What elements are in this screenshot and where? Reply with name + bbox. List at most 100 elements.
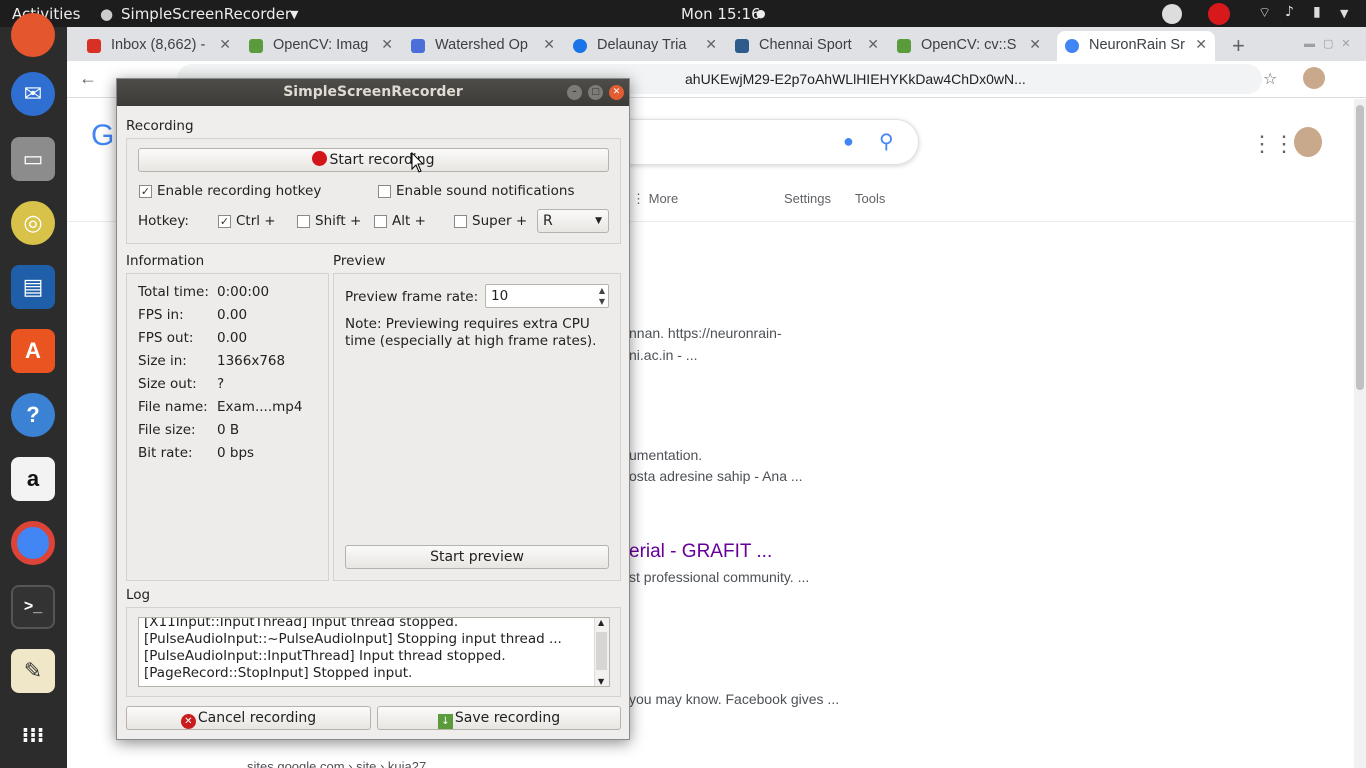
writer-icon[interactable]: ▤ — [11, 265, 55, 309]
alt-checkbox[interactable] — [374, 215, 387, 228]
app-menu-icon: ● — [100, 5, 114, 23]
super-label: Super + — [472, 213, 528, 229]
help-icon[interactable]: ? — [11, 393, 55, 437]
close-icon[interactable]: ✕ — [1195, 36, 1207, 53]
dialog-titlebar[interactable]: SimpleScreenRecorder – □ ✕ — [117, 79, 629, 106]
tab-title: NeuronRain Sr — [1089, 37, 1185, 53]
save-recording-button[interactable]: ↓ Save recording — [377, 706, 621, 730]
info-value: 1366x768 — [217, 353, 286, 369]
browser-tab[interactable]: OpenCV: cv::S ✕ — [889, 31, 1049, 61]
close-icon[interactable]: ✕ — [705, 36, 717, 53]
page-scrollbar[interactable] — [1354, 99, 1366, 768]
nav-settings[interactable]: Settings — [784, 191, 831, 206]
tab-title: OpenCV: cv::S — [921, 37, 1017, 53]
close-icon[interactable]: ✕ — [609, 85, 624, 100]
volume-icon[interactable]: ♪ — [1285, 4, 1294, 20]
app-menu[interactable]: SimpleScreenRecorder — [121, 5, 291, 23]
information-header: Information — [126, 253, 205, 269]
preview-header: Preview — [333, 253, 386, 269]
clock[interactable]: Mon 15:16 — [681, 5, 761, 23]
browser-tab[interactable]: Chennai Sport ✕ — [727, 31, 887, 61]
preview-note: time (especially at high frame rates). — [345, 333, 597, 349]
preview-frame-rate-spinbox[interactable]: 10 ▲ ▼ — [485, 284, 609, 308]
text-editor-icon[interactable]: ✎ — [11, 649, 55, 693]
result-snippet: st professional community. ... — [629, 569, 810, 585]
search-icon[interactable]: ⚲ — [879, 129, 894, 154]
save-recording-label: Save recording — [454, 710, 561, 726]
close-icon[interactable]: ✕ — [867, 36, 879, 53]
tab-favicon-icon — [411, 39, 425, 53]
stop-icon[interactable] — [1208, 3, 1230, 25]
wifi-icon[interactable]: ⌔ — [1258, 4, 1271, 22]
chrome-icon[interactable] — [11, 521, 55, 565]
nav-tools[interactable]: Tools — [855, 191, 885, 206]
close-icon[interactable]: ✕ — [1029, 36, 1041, 53]
shift-checkbox[interactable] — [297, 215, 310, 228]
spin-arrows-icon[interactable]: ▲ ▼ — [599, 285, 605, 307]
hotkey-key-select[interactable]: R ▼ — [537, 209, 609, 233]
files-icon[interactable]: ▭ — [11, 137, 55, 181]
url-text: ahUKEwjM29-E2p7oAhWLlHIEHYKkDaw4ChDx0wN.… — [685, 71, 1026, 87]
start-recording-button[interactable]: Start recording — [138, 148, 609, 172]
back-icon[interactable]: ← — [79, 68, 97, 89]
amazon-icon[interactable]: a — [11, 457, 55, 501]
cancel-recording-label: Cancel recording — [197, 710, 317, 726]
scrollbar-thumb[interactable] — [1356, 105, 1364, 390]
enable-sound-label: Enable sound notifications — [396, 183, 575, 199]
terminal-icon[interactable]: >_ — [11, 585, 55, 629]
browser-tab[interactable]: Inbox (8,662) - ✕ — [79, 31, 239, 61]
start-preview-button[interactable]: Start preview — [345, 545, 609, 569]
tab-favicon-icon — [1065, 39, 1079, 53]
new-tab-button[interactable]: + — [1232, 33, 1245, 59]
info-label: FPS in: — [138, 307, 184, 323]
info-label: File size: — [138, 422, 196, 438]
tab-title: Inbox (8,662) - — [111, 37, 206, 53]
tab-title: Delaunay Tria — [597, 37, 687, 53]
firefox-icon[interactable] — [11, 13, 55, 57]
maximize-icon[interactable]: □ — [588, 85, 603, 100]
nav-more[interactable]: ⋮ More — [632, 191, 678, 207]
info-value: Exam....mp4 — [217, 399, 303, 415]
enable-sound-checkbox[interactable] — [378, 185, 391, 198]
recording-header: Recording — [126, 118, 194, 134]
enable-hotkey-label: Enable recording hotkey — [157, 183, 322, 199]
log-textarea[interactable]: [X11Input::InputThread] Input thread sto… — [138, 617, 610, 687]
google-logo-icon[interactable]: G — [91, 119, 114, 153]
software-icon[interactable]: A — [11, 329, 55, 373]
profile-avatar[interactable] — [1303, 67, 1325, 89]
indicator-icon[interactable] — [1162, 4, 1182, 24]
enable-hotkey-checkbox[interactable]: ✓ — [139, 185, 152, 198]
system-menu-icon[interactable]: ▼ — [1340, 7, 1348, 20]
scroll-down-icon[interactable]: ▼ — [598, 677, 604, 686]
window-controls-icon[interactable]: ▬▢✕ — [1304, 37, 1359, 50]
close-icon[interactable]: ✕ — [543, 36, 555, 53]
result-snippet: ni.ac.in - ... — [629, 347, 698, 363]
mic-icon[interactable]: ● — [843, 131, 854, 152]
thunderbird-icon[interactable]: ✉ — [11, 72, 55, 116]
browser-tab[interactable]: Delaunay Tria ✕ — [565, 31, 725, 61]
scrollbar-thumb[interactable] — [596, 632, 607, 670]
search-input[interactable]: ● ⚲ — [587, 119, 919, 165]
bookmark-star-icon[interactable]: ☆ — [1263, 69, 1277, 89]
log-line: [X11Input::InputThread] Input thread sto… — [144, 617, 459, 630]
browser-tab[interactable]: OpenCV: Imag ✕ — [241, 31, 401, 61]
browser-tab-active[interactable]: NeuronRain Sr ✕ — [1057, 31, 1215, 61]
rhythmbox-icon[interactable]: ◎ — [11, 201, 55, 245]
info-label: FPS out: — [138, 330, 194, 346]
account-avatar[interactable] — [1294, 127, 1322, 157]
scroll-up-icon[interactable]: ▲ — [598, 618, 604, 627]
log-scrollbar[interactable]: ▲ ▼ — [594, 618, 609, 686]
minimize-icon[interactable]: – — [567, 85, 582, 100]
close-icon[interactable]: ✕ — [219, 36, 231, 53]
result-link[interactable]: erial - GRAFIT ... — [629, 541, 772, 563]
browser-tab[interactable]: Watershed Op ✕ — [403, 31, 563, 61]
show-apps-icon[interactable]: ⁝⁝⁝ — [11, 713, 55, 757]
info-value: 0:00:00 — [217, 284, 270, 300]
ctrl-checkbox[interactable]: ✓ — [218, 215, 231, 228]
close-icon[interactable]: ✕ — [381, 36, 393, 53]
super-checkbox[interactable] — [454, 215, 467, 228]
browser-tab-strip: Inbox (8,662) - ✕ OpenCV: Imag ✕ Watershed… — [67, 27, 1366, 61]
dialog-title: SimpleScreenRecorder — [283, 84, 463, 100]
cancel-recording-button[interactable]: ✕ Cancel recording — [126, 706, 371, 730]
battery-icon[interactable]: ▮ — [1313, 4, 1321, 20]
